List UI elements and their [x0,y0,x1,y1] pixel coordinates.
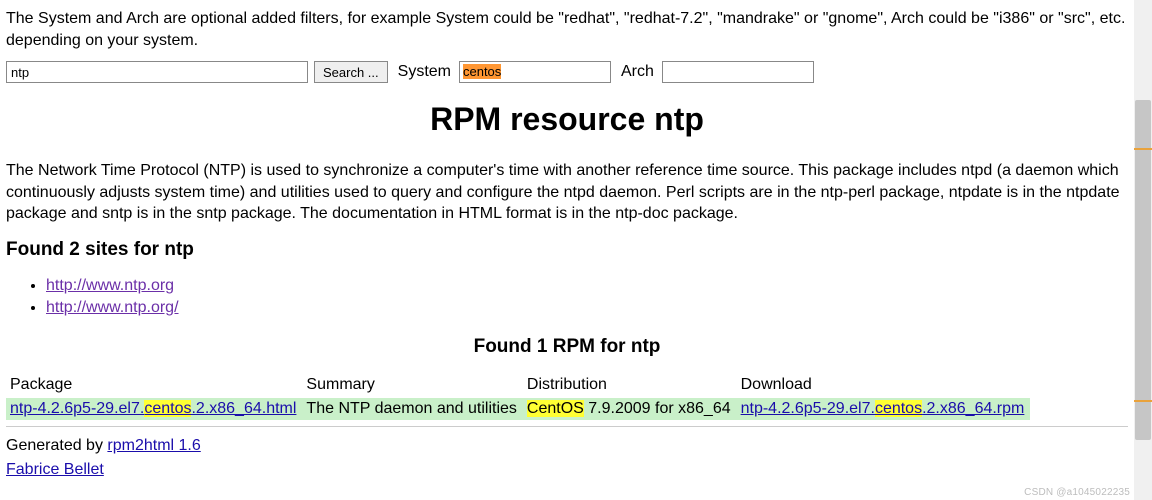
col-summary: Summary [302,374,522,398]
author-line: Fabrice Bellet [6,461,1128,479]
highlight-keyword: centos [875,400,922,417]
table-row: ntp-4.2.6p5-29.el7.centos.2.x86_64.html … [6,398,1030,420]
scrollbar-mark [1134,400,1152,402]
intro-text: The System and Arch are optional added f… [6,8,1128,51]
col-download: Download [737,374,1031,398]
author-link[interactable]: Fabrice Bellet [6,461,104,478]
col-package: Package [6,374,302,398]
divider [6,426,1128,427]
arch-input[interactable] [662,61,814,83]
found-sites-heading: Found 2 sites for ntp [6,239,1128,261]
sites-list: http://www.ntp.org http://www.ntp.org/ [6,275,1128,318]
description-text: The Network Time Protocol (NTP) is used … [6,160,1128,225]
rpm-table: Package Summary Distribution Download nt… [6,374,1030,420]
scrollbar[interactable] [1134,0,1152,500]
site-link[interactable]: http://www.ntp.org [46,277,174,294]
viewport: The System and Arch are optional added f… [0,0,1152,500]
package-link[interactable]: ntp-4.2.6p5-29.el7.centos.2.x86_64.html [10,400,296,417]
found-rpm-heading: Found 1 RPM for ntp [6,336,1128,358]
watermark: CSDN @a1045022235 [1024,487,1130,498]
query-input[interactable] [6,61,308,83]
cell-download: ntp-4.2.6p5-29.el7.centos.2.x86_64.rpm [737,398,1031,420]
highlight-keyword: CentOS [527,400,584,417]
download-link[interactable]: ntp-4.2.6p5-29.el7.centos.2.x86_64.rpm [741,400,1025,417]
search-form: Search ... System centos Arch [6,61,1128,83]
page-body: The System and Arch are optional added f… [0,0,1134,500]
cell-package: ntp-4.2.6p5-29.el7.centos.2.x86_64.html [6,398,302,420]
list-item: http://www.ntp.org [46,275,1128,297]
scrollbar-thumb[interactable] [1135,100,1151,440]
site-link[interactable]: http://www.ntp.org/ [46,299,179,316]
rpm2html-link[interactable]: rpm2html 1.6 [107,437,200,454]
search-button[interactable]: Search ... [314,61,388,83]
highlight-keyword: centos [144,400,191,417]
scrollbar-mark [1134,148,1152,150]
list-item: http://www.ntp.org/ [46,297,1128,319]
table-header-row: Package Summary Distribution Download [6,374,1030,398]
cell-distribution: CentOS 7.9.2009 for x86_64 [523,398,737,420]
cell-summary: The NTP daemon and utilities [302,398,522,420]
system-input-selection: centos [463,64,501,79]
arch-label: Arch [621,63,654,81]
col-distribution: Distribution [523,374,737,398]
generated-by: Generated by rpm2html 1.6 [6,437,1128,455]
system-label: System [398,63,451,81]
page-title: RPM resource ntp [6,101,1128,138]
